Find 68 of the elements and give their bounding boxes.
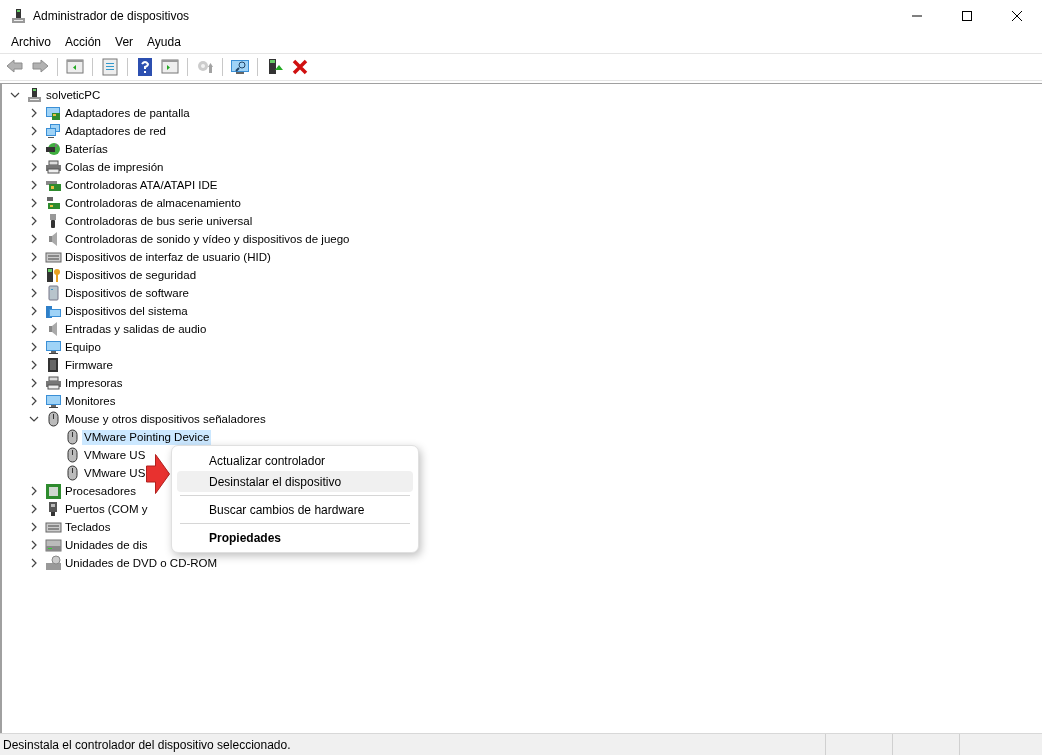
status-text: Desinstala el controlador del dispositivo seleccionado. xyxy=(2,737,292,752)
printer-icon xyxy=(45,375,62,391)
storage-icon xyxy=(45,195,62,211)
monitor-icon xyxy=(45,393,62,409)
disk-drive-icon xyxy=(45,537,62,553)
tree-item[interactable]: Mouse y otros dispositivos señaladores xyxy=(63,411,268,427)
display-adapter-icon xyxy=(45,105,62,121)
tree-item[interactable]: Dispositivos de software xyxy=(63,285,191,301)
computer-icon xyxy=(10,8,27,24)
tree-item[interactable]: Impresoras xyxy=(63,375,125,391)
processor-icon xyxy=(45,483,62,499)
window-title: Administrador de dispositivos xyxy=(33,9,190,23)
menu-item[interactable]: Acción xyxy=(58,35,109,49)
tree-item[interactable]: Controladoras de almacenamiento xyxy=(63,195,243,211)
menu-item[interactable]: Buscar cambios de hardware xyxy=(177,499,413,520)
uninstall-icon[interactable] xyxy=(290,57,310,77)
monitor-icon xyxy=(45,339,62,355)
mouse-icon xyxy=(45,411,62,427)
printer-icon xyxy=(45,159,62,175)
tree-item[interactable]: Colas de impresión xyxy=(63,159,166,175)
tree-item[interactable]: solveticPC xyxy=(44,87,103,103)
tree-item[interactable]: Adaptadores de pantalla xyxy=(63,105,192,121)
console-tree-icon[interactable] xyxy=(65,57,85,77)
tree-item[interactable]: VMware US xyxy=(82,447,148,463)
tree-item[interactable]: Adaptadores de red xyxy=(63,123,169,139)
menu-item[interactable]: Desinstalar el dispositivo xyxy=(177,471,413,492)
properties-icon[interactable] xyxy=(100,57,120,77)
help-icon[interactable] xyxy=(135,57,155,77)
tree-item[interactable]: Entradas y salidas de audio xyxy=(63,321,209,337)
tree-item[interactable]: Controladoras de sonido y vídeo y dispositivos de juego xyxy=(63,231,352,247)
tree-item[interactable]: VMware US xyxy=(82,465,148,481)
mouse-icon xyxy=(64,447,81,463)
action-pane-icon[interactable] xyxy=(160,57,180,77)
tree-item[interactable]: Dispositivos del sistema xyxy=(63,303,190,319)
tree-item[interactable]: Monitores xyxy=(63,393,118,409)
tree-item[interactable]: Equipo xyxy=(63,339,103,355)
keyboard-icon xyxy=(45,519,62,535)
mouse-icon xyxy=(64,429,81,445)
battery-icon xyxy=(45,141,62,157)
menu-item[interactable]: Propiedades xyxy=(177,527,413,548)
tree-item[interactable]: Procesadores xyxy=(63,483,138,499)
tree-item[interactable]: Puertos (COM y xyxy=(63,501,150,517)
tree-item[interactable]: Firmware xyxy=(63,357,115,373)
tree-item[interactable]: Controladoras de bus serie universal xyxy=(63,213,255,229)
tree-item[interactable]: VMware Pointing Device xyxy=(82,429,212,445)
tree-item[interactable]: Dispositivos de seguridad xyxy=(63,267,199,283)
close-icon xyxy=(1011,10,1023,22)
menu-item[interactable]: Ver xyxy=(108,35,141,49)
keyboard-icon xyxy=(45,249,62,265)
tree-item[interactable]: Baterías xyxy=(63,141,110,157)
pointer-arrow xyxy=(146,454,170,494)
device-box-icon xyxy=(45,285,62,301)
menu-item[interactable]: Ayuda xyxy=(140,35,188,49)
tree-item[interactable]: Controladoras ATA/ATAPI IDE xyxy=(63,177,220,193)
network-icon xyxy=(45,123,62,139)
menu-item[interactable]: Actualizar controlador xyxy=(177,450,413,471)
tree-item[interactable]: Unidades de DVD o CD-ROM xyxy=(63,555,220,571)
tree-item[interactable]: Teclados xyxy=(63,519,113,535)
menu-item[interactable]: Archivo xyxy=(4,35,58,49)
disc-drive-icon xyxy=(45,555,62,571)
mouse-icon xyxy=(64,465,81,481)
computer-icon xyxy=(26,87,43,103)
tree-item[interactable]: Dispositivos de interfaz de usuario (HID) xyxy=(63,249,273,265)
maximize-icon xyxy=(961,10,973,22)
security-key-icon xyxy=(45,267,62,283)
system-folder-icon xyxy=(45,303,62,319)
scan-monitor-icon[interactable] xyxy=(230,57,250,77)
tree-item[interactable]: Unidades de dis xyxy=(63,537,150,553)
